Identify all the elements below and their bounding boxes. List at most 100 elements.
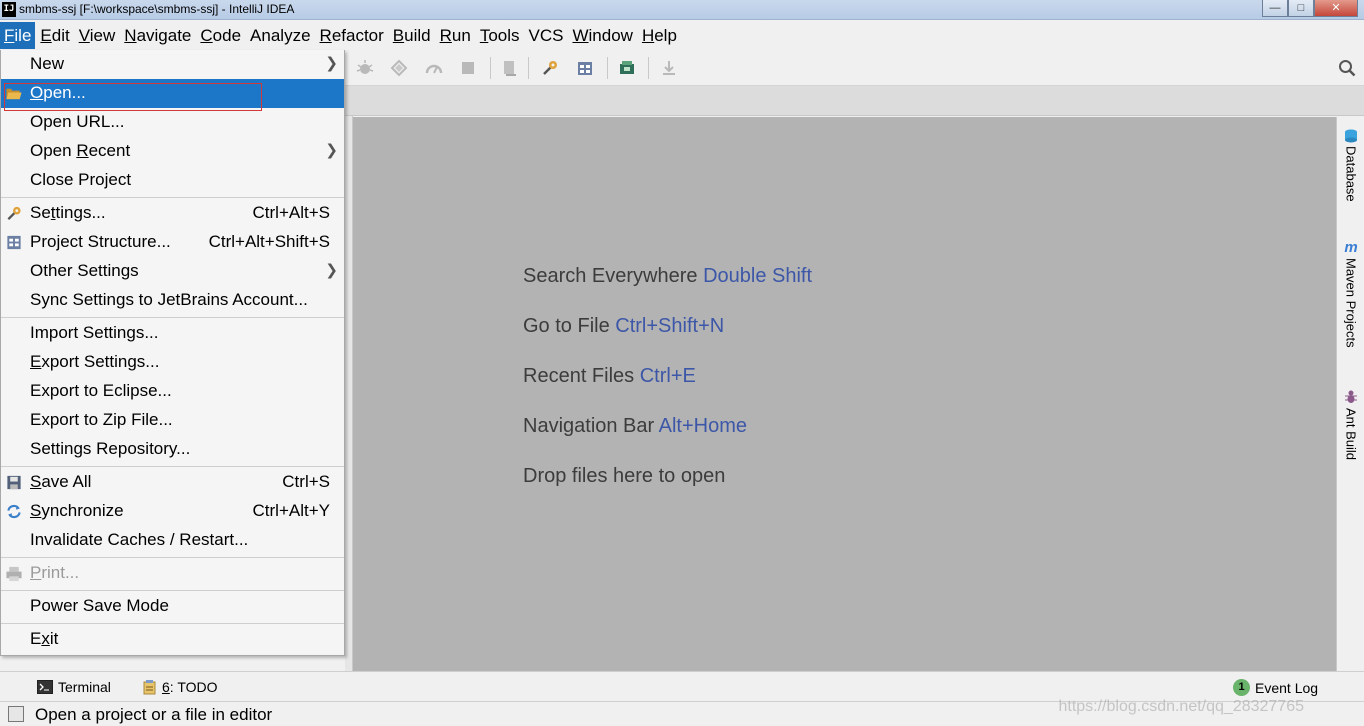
menu-file[interactable]: File [0, 22, 36, 49]
menu-item-open-url[interactable]: Open URL... [1, 108, 344, 137]
project-structure-icon[interactable] [576, 59, 594, 77]
hint-text: Navigation Bar [523, 415, 655, 437]
todo-tool-button[interactable]: 6: TODO [141, 679, 218, 695]
menu-separator [1, 466, 344, 467]
menu-item-label: Project Structure... [30, 232, 171, 251]
menu-item-export-to-zip-file[interactable]: Export to Zip File... [1, 406, 344, 435]
toolbar-separator [528, 57, 529, 79]
tool-windows-toggle-icon[interactable] [8, 706, 24, 722]
menu-item-invalidate-caches-restart[interactable]: Invalidate Caches / Restart... [1, 526, 344, 555]
chevron-right-icon: ❯ [325, 55, 338, 72]
stop-icon[interactable] [459, 59, 477, 77]
menu-window[interactable]: Window [568, 22, 636, 49]
profiler-icon[interactable] [425, 59, 443, 77]
menu-vcs[interactable]: VCS [525, 22, 568, 49]
menu-item-label: Settings... [30, 203, 106, 222]
menu-item-other-settings[interactable]: Other Settings ❯ [1, 257, 344, 286]
sdk-manager-icon[interactable] [618, 59, 636, 77]
menu-build[interactable]: Build [389, 22, 435, 49]
menu-item-label: Sync Settings to JetBrains Account... [30, 290, 308, 309]
menu-item-label: Synchronize [30, 501, 124, 520]
menu-tools[interactable]: Tools [476, 22, 524, 49]
menu-help[interactable]: Help [638, 22, 681, 49]
editor-hint: Navigation Bar Alt+Home [523, 415, 747, 438]
todo-icon [143, 679, 156, 694]
coverage-icon[interactable] [390, 59, 408, 77]
menu-item-label: Invalidate Caches / Restart... [30, 530, 249, 549]
chevron-right-icon: ❯ [325, 142, 338, 159]
chevron-right-icon: ❯ [325, 262, 338, 279]
settings-wrench-icon[interactable] [541, 59, 559, 77]
editor-hint: Drop files here to open [523, 465, 725, 488]
database-tool-button[interactable]: Database [1337, 129, 1364, 202]
build-artifacts-icon[interactable] [501, 59, 519, 77]
title-bar: IJ smbms-ssj [F:\workspace\smbms-ssj] - … [0, 0, 1364, 20]
editor-area[interactable]: Search Everywhere Double Shift Go to File… [353, 117, 1336, 671]
maven-tool-button[interactable]: m Maven Projects [1337, 239, 1364, 348]
ant-icon [1345, 390, 1357, 403]
menu-item-new[interactable]: New ❯ [1, 50, 344, 79]
menu-item-shortcut: Ctrl+Alt+Shift+S [208, 232, 330, 251]
menu-item-export-to-eclipse[interactable]: Export to Eclipse... [1, 377, 344, 406]
terminal-tool-button[interactable]: Terminal [37, 679, 111, 695]
database-tool-label: Database [1343, 146, 1359, 202]
menu-item-save-all[interactable]: Save All Ctrl+S [1, 468, 344, 497]
menu-item-label: Settings Repository... [30, 439, 191, 458]
hint-text: Search Everywhere [523, 265, 698, 287]
hint-text: Drop files here to open [523, 465, 726, 487]
ant-build-tool-button[interactable]: Ant Build [1337, 389, 1364, 460]
menu-item-export-settings[interactable]: Export Settings... [1, 348, 344, 377]
menu-item-label: Open... [30, 83, 86, 102]
menu-item-label: New [30, 54, 65, 73]
wrench-icon [7, 206, 21, 221]
window-title: smbms-ssj [F:\workspace\smbms-ssj] - Int… [19, 2, 295, 16]
debug-icon[interactable] [356, 59, 374, 77]
menu-separator [1, 317, 344, 318]
menu-item-label: Open URL... [30, 112, 125, 131]
menu-edit[interactable]: Edit [36, 22, 73, 49]
menu-separator [1, 197, 344, 198]
menu-item-open[interactable]: Open... [1, 79, 344, 108]
hint-text: Go to File [523, 315, 610, 337]
menu-refactor[interactable]: Refactor [316, 22, 388, 49]
menu-item-open-recent[interactable]: Open Recent ❯ [1, 137, 344, 166]
menu-item-project-structure[interactable]: Project Structure... Ctrl+Alt+Shift+S [1, 228, 344, 257]
menu-navigate[interactable]: Navigate [120, 22, 195, 49]
maven-icon: m [1344, 239, 1358, 256]
ant-build-tool-label: Ant Build [1343, 408, 1359, 461]
intellij-app-icon: IJ [2, 2, 16, 17]
close-button[interactable]: ✕ [1314, 0, 1358, 17]
main-toolbar [345, 50, 1364, 86]
search-icon[interactable] [1338, 59, 1356, 77]
hint-shortcut: Double Shift [703, 265, 813, 287]
event-log-tool-button[interactable]: 1 Event Log [1233, 679, 1318, 696]
toolbar-separator [490, 57, 491, 79]
menu-item-shortcut: Ctrl+S [282, 472, 330, 491]
bottom-tool-bar: Terminal 6: TODO 1 Event Log [0, 671, 1364, 701]
menu-item-label: Power Save Mode [30, 596, 169, 615]
menu-analyze[interactable]: Analyze [246, 22, 314, 49]
menu-separator [1, 590, 344, 591]
event-count-badge: 1 [1233, 679, 1250, 696]
editor-tab-strip [345, 86, 1364, 116]
menu-item-sync-settings-to-jetbrains-account[interactable]: Sync Settings to JetBrains Account... [1, 286, 344, 315]
menu-item-synchronize[interactable]: Synchronize Ctrl+Alt+Y [1, 497, 344, 526]
menu-item-import-settings[interactable]: Import Settings... [1, 319, 344, 348]
download-icon[interactable] [660, 59, 678, 77]
menu-item-settings-repository[interactable]: Settings Repository... [1, 435, 344, 464]
menu-view[interactable]: View [75, 22, 120, 49]
menu-item-settings[interactable]: Settings... Ctrl+Alt+S [1, 199, 344, 228]
editor-hint: Recent Files Ctrl+E [523, 365, 696, 388]
menu-code[interactable]: Code [196, 22, 245, 49]
maximize-button[interactable]: □ [1288, 0, 1314, 17]
toolbar-separator [607, 57, 608, 79]
menu-item-close-project[interactable]: Close Project [1, 166, 344, 195]
minimize-button[interactable]: — [1262, 0, 1288, 17]
menu-item-exit[interactable]: Exit [1, 625, 344, 654]
menu-item-print[interactable]: Print... [1, 559, 344, 588]
hint-shortcut: Ctrl+E [639, 365, 696, 387]
menu-run[interactable]: Run [436, 22, 475, 49]
menu-item-label: Export Settings... [30, 352, 160, 371]
print-icon [6, 566, 22, 582]
menu-item-power-save-mode[interactable]: Power Save Mode [1, 592, 344, 621]
